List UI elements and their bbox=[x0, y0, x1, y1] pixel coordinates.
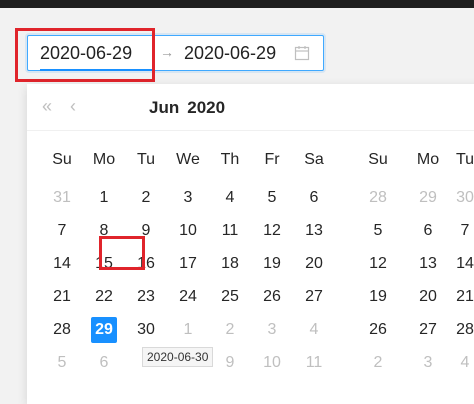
date-picker-panel: « ‹ Jun 2020 Su Mo Tu We Th Fr Sa Su Mo Tu 31 1 2 3 4 5 6… bbox=[27, 84, 474, 404]
weekday-header: Su bbox=[52, 151, 72, 168]
day-cell[interactable]: 5 bbox=[358, 218, 398, 244]
day-cell[interactable]: 30 bbox=[445, 185, 474, 211]
day-cell[interactable]: 13 bbox=[408, 251, 448, 277]
day-cell[interactable]: 3 bbox=[168, 185, 208, 211]
day-cell[interactable]: 19 bbox=[252, 251, 292, 277]
day-cell[interactable]: 28 bbox=[358, 185, 398, 211]
day-cell[interactable]: 18 bbox=[210, 251, 250, 277]
day-cell[interactable]: 4 bbox=[294, 317, 334, 343]
day-cell[interactable]: 12 bbox=[358, 251, 398, 277]
weekday-header: Fr bbox=[264, 151, 280, 168]
day-cell[interactable]: 19 bbox=[358, 284, 398, 310]
day-cell[interactable]: 31 bbox=[42, 185, 82, 211]
range-separator-arrow-icon: → bbox=[160, 44, 174, 60]
weekday-header: Tu bbox=[455, 151, 474, 168]
weekday-header: Mo bbox=[92, 151, 116, 168]
day-cell[interactable]: 21 bbox=[42, 284, 82, 310]
day-cell[interactable]: 1 bbox=[168, 317, 208, 343]
day-cell[interactable]: 10 bbox=[168, 218, 208, 244]
day-cell[interactable]: 14 bbox=[42, 251, 82, 277]
day-cell[interactable]: 28 bbox=[42, 317, 82, 343]
date-tooltip: 2020-06-30 bbox=[142, 347, 214, 367]
day-cell[interactable]: 25 bbox=[210, 284, 250, 310]
day-cell[interactable]: 20 bbox=[294, 251, 334, 277]
day-cell[interactable]: 17 bbox=[168, 251, 208, 277]
day-cell-selected[interactable]: 29 bbox=[91, 317, 117, 343]
month-label[interactable]: Jun bbox=[149, 98, 179, 117]
day-30-highlight-box bbox=[99, 236, 145, 270]
day-cell[interactable]: 9 bbox=[210, 350, 250, 376]
calendar-header: « ‹ Jun 2020 bbox=[27, 84, 474, 131]
day-cell[interactable]: 11 bbox=[294, 350, 334, 376]
weekday-header: Tu bbox=[136, 151, 156, 168]
day-cell[interactable]: 2 bbox=[210, 317, 250, 343]
day-cell[interactable]: 23 bbox=[126, 284, 166, 310]
end-date-input[interactable]: 2020-06-29 bbox=[184, 43, 276, 64]
day-cell[interactable]: 4 bbox=[210, 185, 250, 211]
weekday-header: Mo bbox=[416, 151, 440, 168]
weekday-header: Th bbox=[220, 151, 240, 168]
day-cell[interactable]: 26 bbox=[252, 284, 292, 310]
prev-year-icon[interactable]: « bbox=[42, 96, 52, 117]
day-cell[interactable]: 13 bbox=[294, 218, 334, 244]
day-cell[interactable]: 5 bbox=[252, 185, 292, 211]
day-cell[interactable]: 29 bbox=[408, 185, 448, 211]
day-cell[interactable]: 6 bbox=[294, 185, 334, 211]
day-cell[interactable]: 28 bbox=[445, 317, 474, 343]
start-date-highlight-box bbox=[15, 28, 155, 82]
day-cell[interactable]: 27 bbox=[408, 317, 448, 343]
day-cell[interactable]: 10 bbox=[252, 350, 292, 376]
prev-month-icon[interactable]: ‹ bbox=[70, 96, 76, 117]
day-cell[interactable]: 30 bbox=[126, 317, 166, 343]
day-cell[interactable]: 22 bbox=[84, 284, 124, 310]
day-cell[interactable]: 3 bbox=[408, 350, 448, 376]
day-cell[interactable]: 26 bbox=[358, 317, 398, 343]
day-cell[interactable]: 6 bbox=[84, 350, 124, 376]
day-cell[interactable]: 27 bbox=[294, 284, 334, 310]
day-cell[interactable]: 2 bbox=[358, 350, 398, 376]
day-cell[interactable]: 6 bbox=[408, 218, 448, 244]
day-cell[interactable]: 24 bbox=[168, 284, 208, 310]
calendar-icon bbox=[294, 46, 310, 61]
day-cell[interactable]: 7 bbox=[445, 218, 474, 244]
day-cell[interactable]: 14 bbox=[445, 251, 474, 277]
day-cell[interactable]: 1 bbox=[84, 185, 124, 211]
weekday-header: Su bbox=[368, 151, 388, 168]
year-label[interactable]: 2020 bbox=[187, 98, 225, 117]
weekday-header: We bbox=[176, 151, 200, 168]
day-cell[interactable]: 11 bbox=[210, 218, 250, 244]
day-cell[interactable]: 12 bbox=[252, 218, 292, 244]
day-cell[interactable]: 5 bbox=[42, 350, 82, 376]
day-cell[interactable]: 7 bbox=[42, 218, 82, 244]
day-cell[interactable]: 2 bbox=[126, 185, 166, 211]
day-cell[interactable]: 21 bbox=[445, 284, 474, 310]
day-cell[interactable]: 3 bbox=[252, 317, 292, 343]
day-cell[interactable]: 4 bbox=[445, 350, 474, 376]
month-year-title: Jun 2020 bbox=[149, 98, 233, 118]
weekday-header: Sa bbox=[304, 151, 324, 168]
top-bar bbox=[0, 0, 474, 8]
day-cell[interactable]: 20 bbox=[408, 284, 448, 310]
